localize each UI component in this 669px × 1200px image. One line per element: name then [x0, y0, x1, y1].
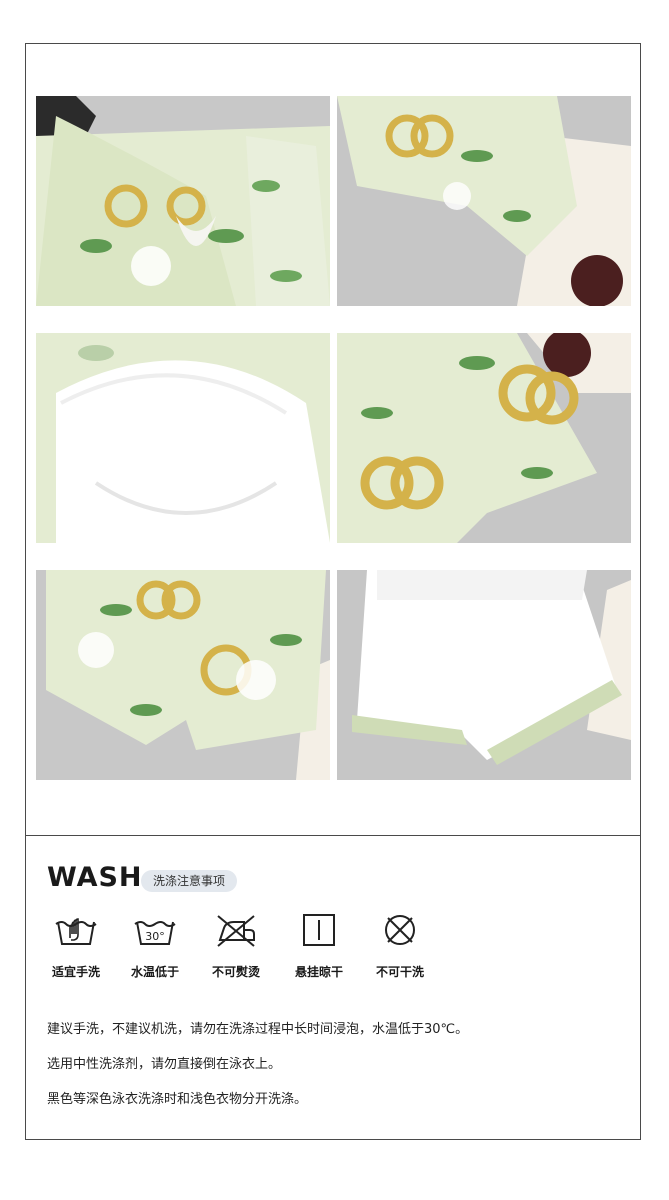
photo-floral-top-front	[36, 96, 330, 306]
care-item-wash-30: 30° 水温低于	[115, 905, 195, 980]
care-item-hand-wash: 适宜手洗	[36, 905, 116, 980]
photo-shorts-white-lining	[337, 570, 631, 780]
photo-floral-sleeve-detail	[337, 96, 631, 306]
wash-title: WASH	[47, 862, 143, 893]
no-dry-clean-icon	[360, 905, 440, 955]
care-note-3: 黑色等深色泳衣洗涤时和浅色衣物分开洗涤。	[47, 1092, 308, 1107]
no-iron-icon	[196, 905, 276, 955]
care-item-no-iron: 不可熨烫	[196, 905, 276, 980]
care-note-1: 建议手洗，不建议机洗，请勿在洗涤过程中长时间浸泡，水温低于30℃。	[47, 1022, 469, 1037]
wash-30-icon: 30°	[115, 905, 195, 955]
care-item-no-dry-clean: 不可干洗	[360, 905, 440, 980]
care-label-no-dry-clean: 不可干洗	[375, 965, 424, 979]
photo-floral-fabric-detail	[337, 333, 631, 543]
photo-bra-cup-lining-detail	[36, 333, 330, 543]
care-note-2: 选用中性洗涤剂，请勿直接倒在泳衣上。	[47, 1057, 282, 1072]
wash-subtitle-badge: 洗涤注意事项	[141, 870, 238, 892]
care-label-hand-wash: 适宜手洗	[51, 965, 100, 979]
hang-dry-icon	[279, 905, 359, 955]
wash-temp-text: 30°	[145, 930, 165, 943]
photo-floral-shorts-front	[36, 570, 330, 780]
hand-wash-icon	[36, 905, 116, 955]
care-label-no-iron: 不可熨烫	[211, 965, 260, 979]
care-label-wash-30: 水温低于	[130, 965, 179, 979]
care-label-hang-dry: 悬挂晾干	[294, 965, 343, 979]
care-item-hang-dry: 悬挂晾干	[279, 905, 359, 980]
section-divider	[25, 835, 641, 836]
